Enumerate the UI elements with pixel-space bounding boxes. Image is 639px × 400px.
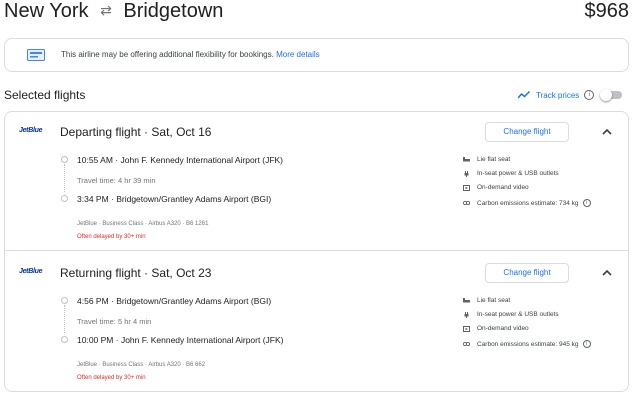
travel-time: Travel time: 5 hr 4 min [77, 317, 152, 326]
departure-dot [61, 297, 68, 304]
arrival-airport: Bridgetown/Grantley Adams Airport (BGI) [116, 194, 272, 204]
chevron-up-icon[interactable] [601, 269, 613, 277]
segment-date: Sat, Oct 23 [151, 266, 212, 280]
amenity-label: Lie flat seat [477, 156, 511, 163]
notice-text: This airline may be offering additional … [61, 50, 320, 59]
segment-label: Departing flight [60, 125, 141, 139]
departure-airport: Bridgetown/Grantley Adams Airport (BGI) [116, 296, 272, 306]
arrival-time: 3:34 PM [77, 194, 109, 204]
delay-warning: Often delayed by 30+ min [77, 375, 146, 381]
flight-details: JetBlue · Business Class · Airbus A320 ·… [77, 362, 206, 368]
departing-flight-title: Departing flight · Sat, Oct 16 [60, 125, 212, 139]
amenity-label: In-seat power & USB outlets [477, 311, 559, 318]
power-plug-icon [464, 311, 469, 318]
departure-stop: 10:55 AM · John F. Kennedy International… [77, 155, 284, 165]
amenity-label: Carbon emissions estimate: 734 kg [477, 199, 579, 207]
arrival-dot [61, 336, 68, 343]
info-icon[interactable]: i [582, 199, 591, 207]
more-details-link[interactable]: More details [276, 50, 320, 59]
amenity-label: Carbon emissions estimate: 945 kg [477, 340, 579, 348]
amenity-emissions: Carbon emissions estimate: 945 kg i [463, 340, 591, 348]
departure-stop: 4:56 PM · Bridgetown/Grantley Adams Airp… [77, 296, 272, 306]
power-plug-icon [464, 170, 469, 177]
route-line [64, 164, 65, 192]
info-icon[interactable]: i [584, 90, 595, 100]
total-price: $968 [584, 0, 630, 22]
departure-airport: John F. Kennedy International Airport (J… [120, 155, 284, 165]
delay-warning: Often delayed by 30+ min [77, 234, 146, 240]
origin-city: New York [4, 0, 89, 22]
route-line [64, 305, 65, 333]
co2-icon [463, 200, 470, 206]
chevron-up-icon[interactable] [601, 128, 613, 136]
departure-time: 10:55 AM [77, 155, 113, 165]
amenity-lie-flat-seat: Lie flat seat [463, 297, 510, 304]
arrival-airport: John F. Kennedy International Airport (J… [120, 335, 284, 345]
toggle-knob [600, 89, 613, 101]
arrival-dot [61, 195, 68, 202]
amenity-label: Lie flat seat [477, 297, 511, 304]
segment-label: Returning flight [60, 266, 141, 280]
amenity-label: On-demand video [477, 325, 529, 332]
travel-time: Travel time: 4 hr 39 min [77, 176, 156, 185]
segment-date: Sat, Oct 16 [151, 125, 212, 139]
amenity-label: On-demand video [477, 184, 529, 191]
destination-city: Bridgetown [123, 0, 224, 22]
departure-time: 4:56 PM [77, 296, 109, 306]
amenity-emissions: Carbon emissions estimate: 734 kg i [463, 199, 591, 207]
arrival-stop: 10:00 PM · John F. Kennedy International… [77, 335, 284, 345]
jetblue-logo: JetBlue [19, 268, 43, 275]
ticket-icon [27, 49, 45, 61]
trend-line-icon [518, 91, 530, 99]
amenity-lie-flat-seat: Lie flat seat [463, 156, 510, 163]
returning-flight-title: Returning flight · Sat, Oct 23 [60, 266, 212, 280]
amenity-video: On-demand video [463, 325, 529, 332]
video-icon [463, 184, 470, 191]
amenity-power: In-seat power & USB outlets [463, 311, 559, 318]
co2-icon [463, 341, 470, 347]
video-icon [463, 325, 470, 332]
info-icon[interactable]: i [582, 340, 591, 348]
jetblue-logo: JetBlue [19, 127, 43, 134]
change-departing-flight-button[interactable]: Change flight [485, 122, 569, 142]
selected-flights-heading: Selected flights [4, 88, 86, 102]
departure-dot [61, 156, 68, 163]
segment-divider [5, 250, 628, 251]
amenity-power: In-seat power & USB outlets [463, 170, 559, 177]
track-prices[interactable]: Track prices i [518, 89, 623, 101]
flexibility-notice: This airline may be offering additional … [4, 38, 629, 72]
track-prices-toggle[interactable] [600, 89, 623, 101]
flight-details: JetBlue · Business Class · Airbus A320 ·… [77, 221, 209, 227]
selected-flights-card [4, 111, 629, 392]
track-prices-label[interactable]: Track prices [536, 91, 579, 100]
arrival-time: 10:00 PM [77, 335, 114, 345]
amenity-label: In-seat power & USB outlets [477, 170, 559, 177]
lie-flat-seat-icon [463, 297, 470, 302]
route-title: New York ⇄ Bridgetown [4, 0, 223, 23]
two-way-arrow-icon: ⇄ [100, 2, 112, 18]
notice-message: This airline may be offering additional … [61, 50, 274, 59]
lie-flat-seat-icon [463, 156, 470, 161]
amenity-video: On-demand video [463, 184, 529, 191]
arrival-stop: 3:34 PM · Bridgetown/Grantley Adams Airp… [77, 194, 272, 204]
change-returning-flight-button[interactable]: Change flight [485, 263, 569, 283]
